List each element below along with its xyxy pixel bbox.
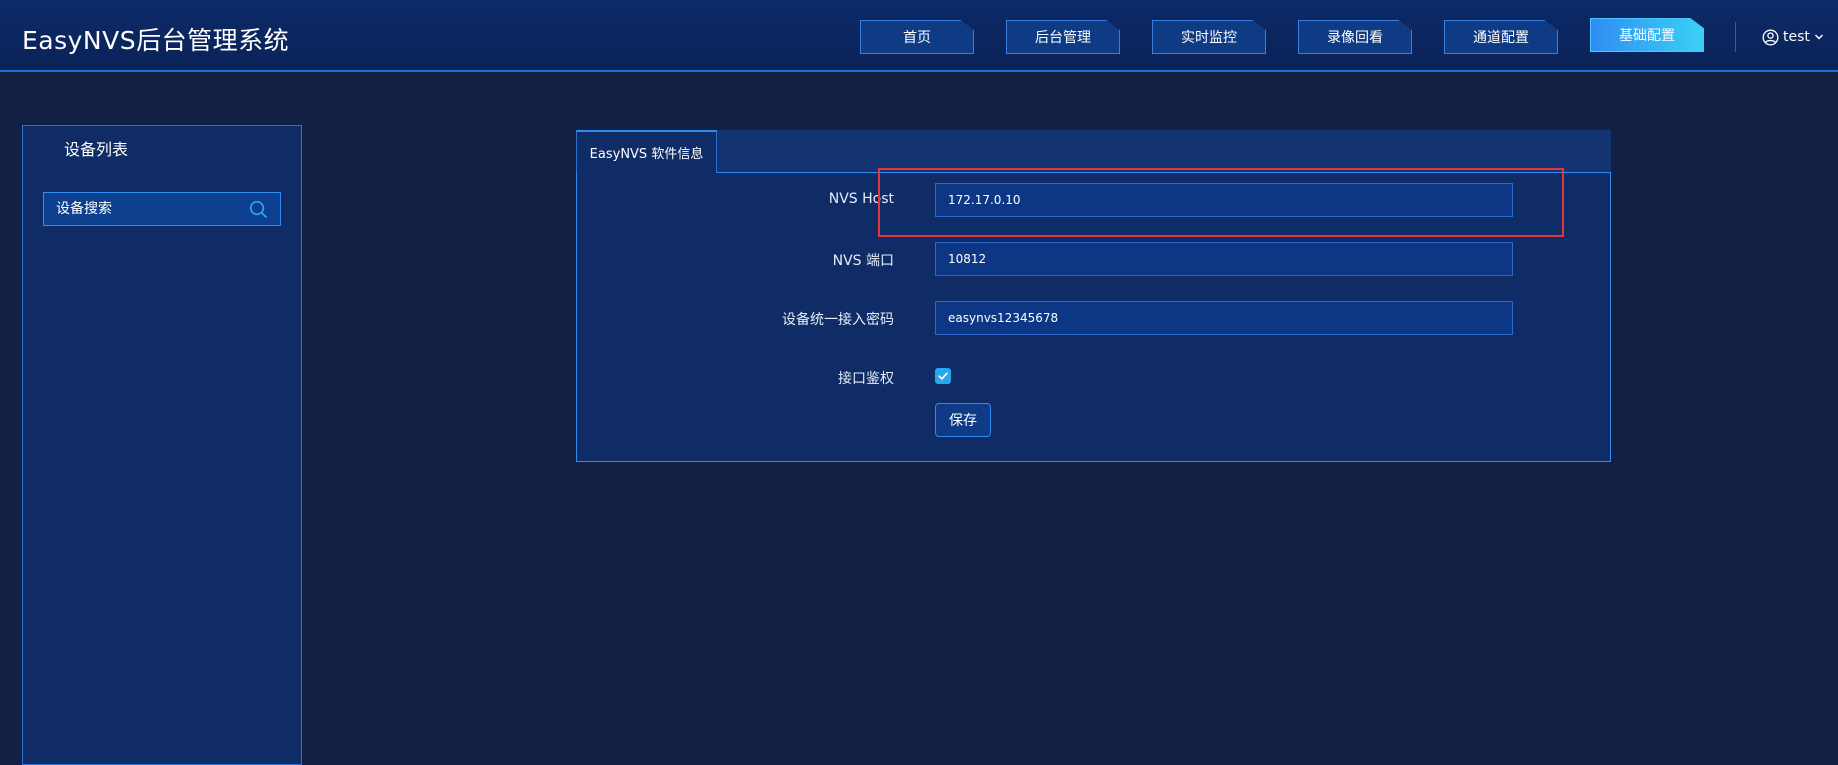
nvs-port-input[interactable] [935,242,1513,276]
device-password-input[interactable] [935,301,1513,335]
device-search-box [43,192,281,226]
nav-live-monitor[interactable]: 实时监控 [1152,20,1266,54]
search-icon[interactable] [249,200,268,223]
nav-backend-management[interactable]: 后台管理 [1006,20,1120,54]
device-password-label: 设备统一接入密码 [782,312,894,328]
check-icon [938,372,948,380]
software-info-form: NVS Host NVS 端口 设备统一接入密码 接口鉴权 保存 [576,172,1611,462]
sidebar-title: 设备列表 [64,140,129,159]
save-button[interactable]: 保存 [935,403,991,437]
user-circle-icon [1762,29,1779,46]
nav-channel-config[interactable]: 通道配置 [1444,20,1558,54]
chevron-down-icon [1814,32,1824,42]
nvs-port-row: NVS 端口 [577,242,1612,276]
user-name: test [1783,29,1810,45]
nvs-host-row: NVS Host [577,183,1612,217]
nvs-host-input[interactable] [935,183,1513,217]
device-search-input[interactable] [44,193,244,225]
top-header: EasyNVS后台管理系统 首页 后台管理 实时监控 录像回看 通道配置 基础配… [0,0,1838,72]
nvs-host-label: NVS Host [828,191,894,207]
nav-basic-config[interactable]: 基础配置 [1590,18,1704,52]
nav-home[interactable]: 首页 [860,20,974,54]
nav-playback[interactable]: 录像回看 [1298,20,1412,54]
device-password-row: 设备统一接入密码 [577,301,1612,335]
nvs-port-label: NVS 端口 [832,253,894,269]
api-auth-checkbox[interactable] [935,368,951,384]
software-info-panel: EasyNVS 软件信息 NVS Host NVS 端口 设备统一接入密码 接口… [576,130,1611,462]
app-title: EasyNVS后台管理系统 [22,26,290,55]
api-auth-row: 接口鉴权 [577,360,1612,394]
tab-strip [576,130,1611,172]
device-list-sidebar: 设备列表 [22,125,302,765]
user-menu[interactable]: test [1762,27,1824,47]
api-auth-label: 接口鉴权 [838,371,894,387]
tab-software-info[interactable]: EasyNVS 软件信息 [576,130,717,173]
nav-divider [1735,22,1736,52]
